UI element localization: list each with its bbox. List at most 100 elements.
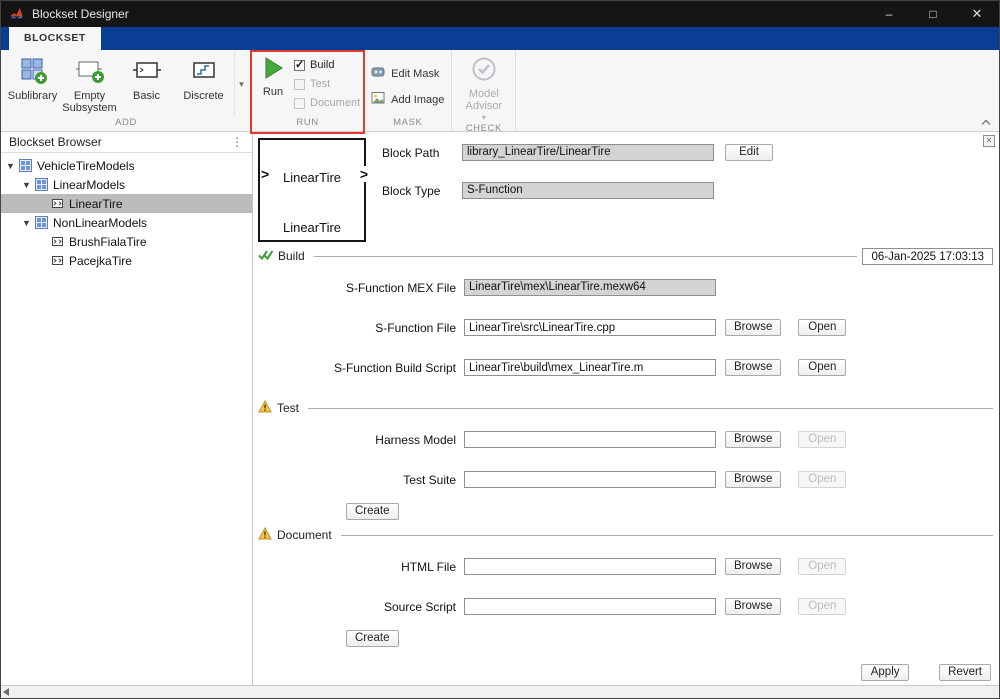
tree-item-lineartire[interactable]: LinearTire bbox=[1, 194, 252, 213]
image-icon bbox=[371, 91, 386, 108]
blockset-designer-window: Blockset Designer – □ ✕ BLOCKSET bbox=[0, 0, 1000, 699]
run-button[interactable]: Run bbox=[255, 52, 291, 98]
sfunction-file-row: S-Function File Browse Open bbox=[258, 319, 993, 336]
basic-block-icon bbox=[132, 55, 162, 90]
browse-button[interactable]: Browse bbox=[725, 319, 781, 336]
tree-item-label: PacejkaTire bbox=[69, 254, 132, 268]
open-button[interactable]: Open bbox=[798, 359, 846, 376]
tree-item-label: BrushFialaTire bbox=[69, 235, 147, 249]
empty-subsystem-icon bbox=[75, 55, 105, 90]
tree-item-linearmodels[interactable]: ▼ LinearModels bbox=[1, 175, 252, 194]
html-file-label: HTML File bbox=[258, 560, 464, 574]
tree-item-label: LinearModels bbox=[53, 178, 125, 192]
open-button-disabled: Open bbox=[798, 598, 846, 615]
sublibrary-button[interactable]: Sublibrary bbox=[4, 52, 61, 102]
empty-subsystem-label: Empty Subsystem bbox=[61, 90, 118, 115]
browse-button[interactable]: Browse bbox=[725, 471, 781, 488]
create-test-button[interactable]: Create bbox=[346, 503, 399, 520]
block-preview-label: LinearTire bbox=[260, 220, 364, 235]
source-script-input[interactable] bbox=[464, 598, 716, 615]
blockset-browser-title: Blockset Browser bbox=[9, 135, 102, 149]
minimize-button[interactable]: – bbox=[867, 1, 911, 27]
sfunction-file-label: S-Function File bbox=[258, 321, 464, 335]
create-document-button[interactable]: Create bbox=[346, 630, 399, 647]
mex-file-label: S-Function MEX File bbox=[258, 281, 464, 295]
open-button-disabled: Open bbox=[798, 558, 846, 575]
maximize-button[interactable]: □ bbox=[911, 1, 955, 27]
test-checkbox-label: Test bbox=[310, 78, 330, 90]
edit-button[interactable]: Edit bbox=[725, 144, 773, 161]
empty-subsystem-button[interactable]: Empty Subsystem bbox=[61, 52, 118, 115]
test-suite-input[interactable] bbox=[464, 471, 716, 488]
sublibrary-label: Sublibrary bbox=[8, 90, 58, 103]
model-advisor-button: Model Advisor ▾ bbox=[455, 52, 512, 122]
divider bbox=[308, 408, 993, 409]
source-script-label: Source Script bbox=[258, 600, 464, 614]
chevron-down-icon[interactable]: ▼ bbox=[22, 180, 35, 190]
build-checkbox-label: Build bbox=[310, 59, 334, 71]
revert-button[interactable]: Revert bbox=[939, 664, 991, 681]
browse-button[interactable]: Browse bbox=[725, 598, 781, 615]
ribbon-group-check: Model Advisor ▾ CHECK bbox=[452, 50, 516, 131]
document-checkbox bbox=[294, 98, 305, 109]
document-section-header: Document bbox=[258, 526, 993, 544]
browse-button[interactable]: Browse bbox=[725, 558, 781, 575]
apply-button[interactable]: Apply bbox=[861, 664, 909, 681]
build-checkbox-row[interactable]: Build bbox=[294, 59, 360, 71]
chevron-down-icon[interactable]: ▼ bbox=[6, 161, 19, 171]
test-section-body: Harness Model Browse Open Test Suite Bro… bbox=[258, 417, 993, 520]
build-timestamp: 06-Jan-2025 17:03:13 bbox=[862, 248, 993, 265]
tree-item-pacejkatire[interactable]: PacejkaTire bbox=[1, 251, 252, 270]
collapse-ribbon-button[interactable] bbox=[981, 115, 991, 129]
basic-button[interactable]: Basic bbox=[118, 52, 175, 102]
tab-blockset[interactable]: BLOCKSET bbox=[9, 27, 101, 50]
test-checkbox bbox=[294, 79, 305, 90]
discrete-label: Discrete bbox=[183, 90, 223, 103]
tree-item-vehicletiremodels[interactable]: ▼ VehicleTireModels bbox=[1, 156, 252, 175]
build-script-row: S-Function Build Script Browse Open bbox=[258, 359, 993, 376]
block-type-field: S-Function bbox=[462, 182, 714, 199]
browse-button[interactable]: Browse bbox=[725, 431, 781, 448]
add-image-label: Add Image bbox=[391, 94, 444, 106]
document-section-body: HTML File Browse Open Source Script Brow… bbox=[258, 544, 993, 647]
source-script-row: Source Script Browse Open bbox=[258, 598, 993, 615]
build-section-body: S-Function MEX File LinearTire\mex\Linea… bbox=[258, 265, 993, 376]
library-icon bbox=[19, 159, 33, 173]
tree-item-nonlinearmodels[interactable]: ▼ NonLinearModels bbox=[1, 213, 252, 232]
chevron-down-icon[interactable]: ▼ bbox=[22, 218, 35, 228]
build-checkbox[interactable] bbox=[294, 60, 305, 71]
build-script-label: S-Function Build Script bbox=[258, 361, 464, 375]
blockset-tree: ▼ VehicleTireModels ▼ LinearModels bbox=[1, 153, 252, 270]
block-preview: > > LinearTire LinearTire bbox=[258, 138, 366, 242]
collapse-panel-icon[interactable] bbox=[3, 688, 9, 696]
chevron-down-icon: ▾ bbox=[239, 79, 244, 90]
build-script-input[interactable] bbox=[464, 359, 716, 376]
warning-icon bbox=[258, 400, 272, 416]
block-preview-name: LinearTire bbox=[260, 170, 364, 185]
close-button[interactable]: ✕ bbox=[955, 1, 999, 27]
document-checkbox-row: Document bbox=[294, 97, 360, 109]
sidebar-menu-button[interactable]: ⋮ bbox=[231, 135, 244, 149]
test-checkbox-row: Test bbox=[294, 78, 360, 90]
model-advisor-icon bbox=[470, 55, 498, 88]
html-file-input[interactable] bbox=[464, 558, 716, 575]
blockset-browser-panel: Blockset Browser ⋮ ▼ VehicleTireModels ▼ bbox=[1, 132, 253, 685]
edit-mask-button[interactable]: Edit Mask bbox=[371, 65, 444, 82]
ribbon-group-mask: Edit Mask Add Image MASK bbox=[364, 50, 452, 131]
harness-model-input[interactable] bbox=[464, 431, 716, 448]
success-check-icon bbox=[258, 249, 273, 264]
divider bbox=[314, 256, 858, 257]
tree-item-brushfialatire[interactable]: BrushFialaTire bbox=[1, 232, 252, 251]
close-panel-icon[interactable]: ✕ bbox=[983, 135, 995, 147]
add-gallery-expand-button[interactable]: ▾ bbox=[234, 52, 248, 116]
browse-button[interactable]: Browse bbox=[725, 359, 781, 376]
mask-icon bbox=[371, 65, 386, 82]
block-icon bbox=[51, 254, 65, 268]
open-button-disabled: Open bbox=[798, 471, 846, 488]
block-icon bbox=[51, 197, 65, 211]
add-image-button[interactable]: Add Image bbox=[371, 91, 444, 108]
discrete-button[interactable]: Discrete bbox=[175, 52, 232, 102]
divider bbox=[341, 535, 993, 536]
sfunction-file-input[interactable] bbox=[464, 319, 716, 336]
open-button[interactable]: Open bbox=[798, 319, 846, 336]
